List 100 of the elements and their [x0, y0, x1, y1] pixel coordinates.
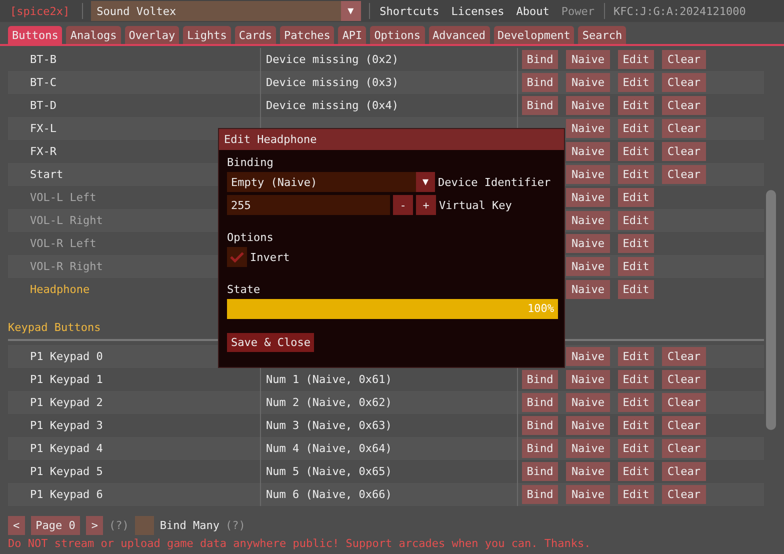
bind-button[interactable]: Bind	[522, 393, 558, 412]
clear-button[interactable]: Clear	[662, 96, 706, 115]
binding-text: Device missing (0x4)	[266, 99, 398, 112]
menu-item[interactable]: About	[514, 4, 552, 18]
help-marker[interactable]: (?)	[109, 519, 129, 532]
device-select[interactable]: Empty (Naive) ▼	[227, 172, 435, 192]
naive-button[interactable]: Naive	[566, 119, 610, 138]
bind-button[interactable]: Bind	[522, 96, 558, 115]
bind-button[interactable]: Bind	[522, 462, 558, 481]
naive-button[interactable]: Naive	[566, 439, 610, 458]
state-label: State	[227, 283, 262, 296]
clear-button[interactable]: Clear	[662, 370, 706, 389]
game-select[interactable]: Sound Voltex ▼	[90, 1, 361, 21]
virtual-key-field[interactable]: 255	[227, 195, 390, 215]
tab[interactable]: Development	[494, 26, 574, 44]
menu-item[interactable]: Shortcuts	[378, 4, 442, 18]
edit-button[interactable]: Edit	[618, 485, 654, 504]
tab[interactable]: Buttons	[8, 26, 62, 44]
page-button[interactable]: Page 0	[30, 516, 80, 535]
tab[interactable]: Lights	[183, 26, 231, 44]
save-close-button[interactable]: Save & Close	[227, 333, 314, 352]
clear-button[interactable]: Clear	[662, 462, 706, 481]
bind-many-label: Bind Many	[160, 519, 220, 532]
naive-button[interactable]: Naive	[566, 370, 610, 389]
clear-button[interactable]: Clear	[662, 165, 706, 184]
invert-checkbox[interactable]	[227, 247, 247, 267]
tab[interactable]: Cards	[234, 26, 276, 44]
clear-button[interactable]: Clear	[662, 393, 706, 412]
section-title: Keypad Buttons	[8, 320, 102, 336]
warning-text: Do NOT stream or upload game data anywhere public! Support arcades when you can. Thanks.	[8, 537, 592, 550]
invert-label: Invert	[250, 250, 290, 264]
tab[interactable]: Search	[578, 26, 626, 44]
naive-button[interactable]: Naive	[566, 462, 610, 481]
scrollbar[interactable]	[766, 190, 776, 430]
button-name: Headphone	[30, 283, 90, 296]
edit-button[interactable]: Edit	[618, 439, 654, 458]
tab[interactable]: Patches	[280, 26, 334, 44]
bind-button[interactable]: Bind	[522, 370, 558, 389]
edit-button[interactable]: Edit	[618, 347, 654, 366]
checkmark-icon	[230, 251, 244, 263]
help-marker[interactable]: (?)	[225, 519, 246, 532]
previous-page-button[interactable]: <	[8, 516, 25, 535]
edit-button[interactable]: Edit	[618, 393, 654, 412]
clear-button[interactable]: Clear	[662, 439, 706, 458]
bind-many-checkbox[interactable]	[134, 516, 154, 535]
clear-button[interactable]: Clear	[662, 347, 706, 366]
increment-button[interactable]: +	[416, 195, 436, 215]
binding-text: Device missing (0x3)	[266, 76, 398, 89]
edit-button[interactable]: Edit	[618, 462, 654, 481]
clear-button[interactable]: Clear	[662, 416, 706, 435]
options-label: Options	[227, 231, 274, 244]
edit-button[interactable]: Edit	[618, 96, 654, 115]
naive-button[interactable]: Naive	[566, 347, 610, 366]
naive-button[interactable]: Naive	[566, 142, 610, 161]
binding-text: Num 3 (Naive, 0x63)	[266, 419, 392, 432]
clear-button[interactable]: Clear	[662, 73, 706, 92]
bind-button[interactable]: Bind	[522, 439, 558, 458]
naive-button[interactable]: Naive	[566, 50, 610, 69]
button-name: Start	[30, 168, 64, 181]
tab[interactable]: Options	[370, 26, 425, 44]
next-page-button[interactable]: >	[86, 516, 103, 535]
decrement-button[interactable]: -	[393, 195, 413, 215]
edit-button[interactable]: Edit	[618, 370, 654, 389]
button-name: P1 Keypad 2	[30, 396, 103, 409]
naive-button[interactable]: Naive	[566, 485, 610, 504]
button-name: P1 Keypad 6	[30, 488, 103, 501]
bind-button[interactable]: Bind	[522, 485, 558, 504]
state-reading: 100%	[528, 302, 554, 315]
naive-button[interactable]: Naive	[566, 96, 610, 115]
edit-button[interactable]: Edit	[618, 165, 654, 184]
bind-button[interactable]: Bind	[522, 73, 558, 92]
tab[interactable]: Overlay	[124, 26, 180, 44]
naive-button[interactable]: Naive	[566, 393, 610, 412]
tab[interactable]: Advanced	[428, 26, 490, 44]
edit-button[interactable]: Edit	[618, 416, 654, 435]
button-name: VOL-R Left	[30, 237, 96, 250]
clear-button[interactable]: Clear	[662, 119, 706, 138]
version-label: KFC:J:G:A:2024121000	[613, 4, 746, 18]
binding-text: Num 2 (Naive, 0x62)	[266, 396, 392, 409]
device-identifier-label: Device Identifier	[438, 176, 551, 188]
naive-button[interactable]: Naive	[566, 165, 610, 184]
bind-button[interactable]: Bind	[522, 416, 558, 435]
clear-button[interactable]: Clear	[662, 485, 706, 504]
naive-button[interactable]: Naive	[566, 280, 610, 299]
button-name: VOL-L Left	[30, 191, 96, 204]
naive-button[interactable]: Naive	[566, 73, 610, 92]
tab[interactable]: Analogs	[66, 26, 121, 44]
edit-button[interactable]: Edit	[618, 119, 654, 138]
edit-button[interactable]: Edit	[618, 73, 654, 92]
button-name: P1 Keypad 1	[30, 373, 103, 386]
clear-button[interactable]: Clear	[662, 50, 706, 69]
edit-button[interactable]: Edit	[618, 50, 654, 69]
button-name: P1 Keypad 5	[30, 465, 103, 478]
menu-item[interactable]: Licenses	[449, 4, 506, 18]
bind-button[interactable]: Bind	[522, 50, 558, 69]
edit-button[interactable]: Edit	[618, 280, 654, 299]
clear-button[interactable]: Clear	[662, 142, 706, 161]
edit-button[interactable]: Edit	[618, 142, 654, 161]
naive-button[interactable]: Naive	[566, 416, 610, 435]
tab[interactable]: API	[338, 26, 366, 44]
